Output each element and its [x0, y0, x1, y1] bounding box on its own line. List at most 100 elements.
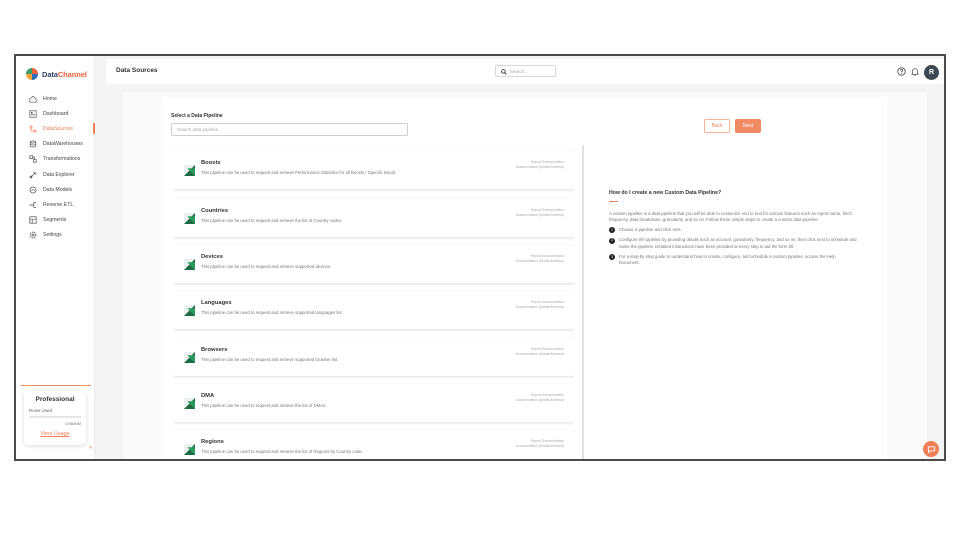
- pipeline-logo-icon: [184, 259, 195, 270]
- help-step: 2 Configure the pipeline by providing de…: [609, 237, 857, 249]
- gear-icon: [29, 231, 37, 239]
- step-number: 1: [609, 227, 615, 234]
- home-icon: [29, 95, 37, 103]
- pipeline-search-input[interactable]: Search data pipeline: [171, 123, 408, 136]
- pipeline-description: This pipeline can be used to request and…: [201, 218, 343, 223]
- next-button[interactable]: Next: [735, 119, 761, 133]
- sidebar-item-label: Data Explorer: [43, 171, 75, 178]
- logo-icon: [26, 68, 38, 80]
- pipeline-logo-icon: [184, 305, 195, 316]
- step-number: 2: [609, 237, 615, 244]
- pipeline-description: This pipeline can be used to request and…: [201, 264, 332, 269]
- pipeline-description: This pipeline can be used to request and…: [201, 357, 339, 362]
- step-number: 3: [609, 254, 615, 261]
- pipeline-item-languages[interactable]: Languages This pipeline can be used to r…: [173, 291, 575, 329]
- search-input[interactable]: Search...: [495, 65, 556, 77]
- pipeline-item-boosts[interactable]: Boosts This pipeline can be used to requ…: [173, 151, 575, 189]
- sidebar-item-label: DataSources: [43, 125, 73, 132]
- pipeline-logo-icon: [184, 444, 195, 455]
- pipeline-description: This pipeline can be used to request and…: [201, 449, 363, 454]
- pipeline-description: This pipeline can be used to request and…: [201, 310, 343, 315]
- schema-doc-link[interactable]: Documentation (Details/Schema): [516, 259, 564, 264]
- pipeline-item-devices[interactable]: Devices This pipeline can be used to req…: [173, 245, 575, 283]
- sidebar-item-transformations[interactable]: Transformations: [16, 152, 95, 167]
- schema-doc-link[interactable]: Documentation (Details/Schema): [516, 165, 564, 170]
- sidebar-item-label: DataWarehouses: [43, 141, 83, 148]
- pipeline-description: This pipeline can be used to request and…: [201, 170, 397, 175]
- pipeline-item-regions[interactable]: Regions This pipeline can be used to req…: [173, 430, 575, 459]
- pipeline-list: Boosts This pipeline can be used to requ…: [173, 145, 575, 459]
- search-placeholder: Search...: [510, 68, 529, 74]
- pipeline-logo-icon: [184, 398, 195, 409]
- avatar[interactable]: R: [924, 64, 939, 80]
- sidebar-item-label: Data Models: [43, 186, 73, 193]
- help-step: 1 Choose a pipeline and click next.: [609, 227, 857, 234]
- pipeline-name: Boosts: [201, 160, 221, 166]
- brand-name-part1: Data: [42, 69, 58, 79]
- sidebar-item-label: Settings: [43, 232, 62, 239]
- rows-used-count: 0/3650M: [65, 421, 81, 426]
- rows-used-label: Rows Used: [29, 408, 53, 413]
- dashboard-icon: [29, 110, 37, 118]
- pipeline-item-countries[interactable]: Countries This pipeline can be used to r…: [173, 199, 575, 237]
- models-icon: [29, 186, 37, 194]
- pipeline-item-browsers[interactable]: Browsers This pipeline can be used to re…: [173, 338, 575, 376]
- schema-doc-link[interactable]: Documentation (Details/Schema): [516, 305, 564, 310]
- sidebar: DataChannel Home Dashboard DataSources D…: [16, 56, 95, 459]
- pipeline-logo-icon: [184, 165, 195, 176]
- sidebar-item-dashboard[interactable]: Dashboard: [16, 106, 95, 121]
- top-header: Data Sources Search... R: [106, 59, 944, 84]
- chat-support-button[interactable]: [923, 441, 939, 457]
- sidebar-item-datasources[interactable]: DataSources: [16, 121, 95, 136]
- transform-icon: [29, 155, 37, 163]
- help-steps: 1 Choose a pipeline and click next. 2 Co…: [609, 227, 857, 266]
- help-intro: A custom pipeline is a data pipeline tha…: [609, 211, 852, 223]
- sidebar-item-data-explorer[interactable]: Data Explorer: [16, 167, 95, 182]
- pipeline-logo-icon: [184, 352, 195, 363]
- schema-doc-link[interactable]: Documentation (Details/Schema): [516, 444, 564, 449]
- step-text: Configure the pipeline by providing deta…: [619, 237, 857, 249]
- collapse-sidebar-icon[interactable]: «: [89, 445, 92, 451]
- pipeline-logo-icon: [184, 213, 195, 224]
- step-text: For a step-by-step guide to understand h…: [619, 253, 836, 266]
- sidebar-item-label: Reverse ETL: [43, 201, 74, 208]
- explorer-icon: [29, 171, 37, 179]
- schema-doc-link[interactable]: Documentation (Details/Schema): [516, 352, 564, 357]
- pipeline-description: This pipeline can be used to request and…: [201, 403, 327, 408]
- app-window: DataChannel Home Dashboard DataSources D…: [14, 54, 946, 461]
- step-text: Choose a pipeline and click next.: [619, 226, 682, 232]
- sidebar-item-home[interactable]: Home: [16, 91, 95, 106]
- help-panel: How do I create a new Custom Data Pipeli…: [609, 190, 857, 270]
- schema-doc-link[interactable]: Documentation (Details/Schema): [516, 213, 564, 218]
- sidebar-item-data-models[interactable]: Data Models: [16, 182, 95, 197]
- help-step: 3 For a step-by-step guide to understand…: [609, 254, 857, 266]
- sidebar-item-segments[interactable]: Segments: [16, 213, 95, 228]
- select-pipeline-label: Select a Data Pipeline: [171, 113, 223, 119]
- pipeline-item-dma[interactable]: DMA This pipeline can be used to request…: [173, 384, 575, 422]
- database-icon: [29, 140, 37, 148]
- bell-icon[interactable]: [910, 63, 920, 81]
- sidebar-item-settings[interactable]: Settings: [16, 228, 95, 243]
- pipeline-name: Browsers: [201, 347, 228, 353]
- help-title: How do I create a new Custom Data Pipeli…: [609, 190, 722, 196]
- sidebar-item-label: Segments: [43, 217, 67, 224]
- segments-icon: [29, 216, 37, 224]
- help-icon[interactable]: [897, 63, 906, 81]
- search-icon: [501, 62, 507, 80]
- data-sources-icon: [29, 125, 37, 133]
- schema-doc-link[interactable]: Documentation (Details/Schema): [516, 398, 564, 403]
- pipeline-name: Countries: [201, 208, 229, 214]
- brand-name-part2: Channel: [57, 69, 87, 79]
- header-actions: R: [897, 63, 939, 81]
- view-usage-link[interactable]: View Usage: [24, 431, 86, 437]
- brand-logo[interactable]: DataChannel: [26, 68, 87, 80]
- pipeline-name: Languages: [201, 300, 232, 306]
- plan-divider: [21, 385, 91, 386]
- back-button[interactable]: Back: [704, 119, 730, 133]
- sidebar-item-label: Dashboard: [43, 110, 69, 117]
- sidebar-item-reverse-etl[interactable]: Reverse ETL: [16, 197, 95, 212]
- pipeline-list-scrollbar[interactable]: [582, 145, 584, 459]
- sidebar-item-datawarehouses[interactable]: DataWarehouses: [16, 137, 95, 152]
- pipeline-name: Devices: [201, 254, 223, 260]
- plan-title: Professional: [35, 396, 75, 403]
